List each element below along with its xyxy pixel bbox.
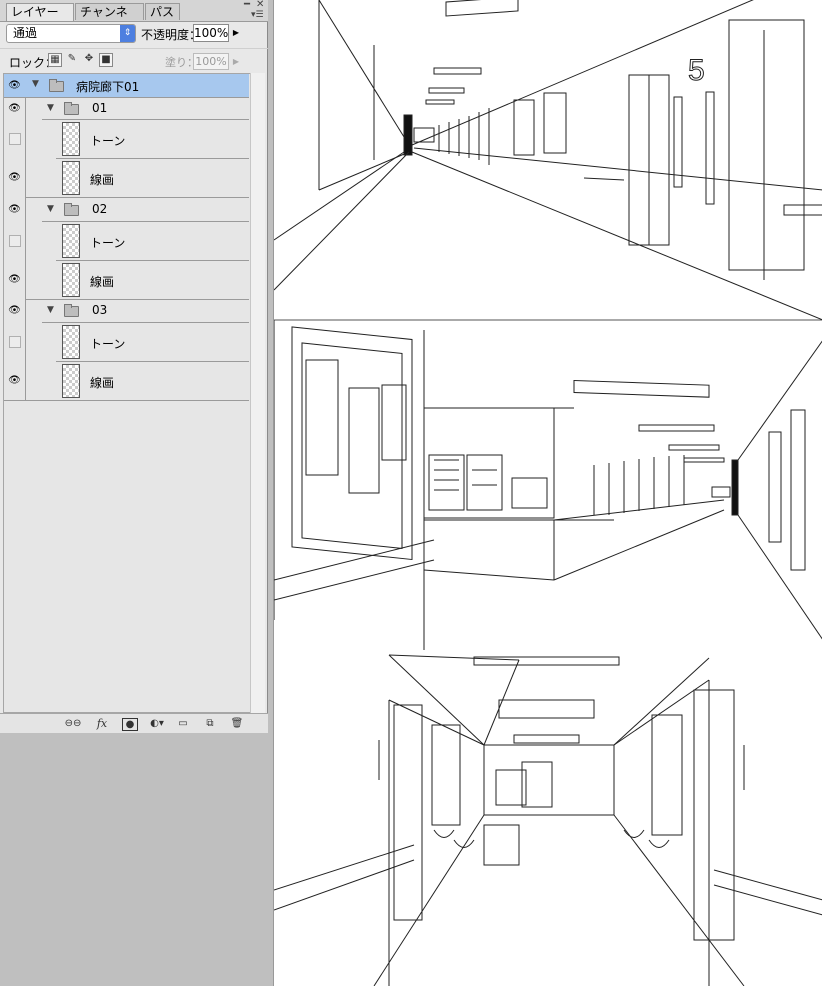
close-icon[interactable]: ✕ xyxy=(256,0,264,10)
layer-name: 02 xyxy=(92,202,108,216)
eye-hidden-box[interactable] xyxy=(9,336,21,348)
lock-transparency-icon[interactable]: ▦ xyxy=(48,53,62,67)
panel-tab-bar: レイヤー× チャンネル パス ━ ✕ ▾☰ xyxy=(0,0,268,36)
link-icon[interactable]: ⊖⊖ xyxy=(63,717,83,731)
minimize-icon[interactable]: ━ xyxy=(244,0,250,10)
tab-channels[interactable]: チャンネル xyxy=(75,3,144,36)
tab-paths-label: パス xyxy=(150,5,175,19)
new-group-icon[interactable]: ▭ xyxy=(176,717,190,731)
layer-row[interactable]: トーン xyxy=(4,323,249,361)
lock-all-icon[interactable]: ■ xyxy=(99,53,113,67)
layer-row[interactable]: 👁 線画 xyxy=(4,362,249,400)
eye-icon[interactable]: 👁 xyxy=(7,79,22,92)
sign-number: 5 xyxy=(688,54,705,87)
folder-icon xyxy=(64,102,79,115)
layers-panel: レイヤー× チャンネル パス ━ ✕ ▾☰ 通過 ⇕ 不透明度： 100% ▶ … xyxy=(0,0,268,733)
layer-row-group[interactable]: 👁 ▼ 病院廊下01 xyxy=(4,74,249,97)
lock-row: ロック： ▦ ✎ ✥ ■ 塗り： 100% ▶ xyxy=(0,48,268,73)
layer-name: 03 xyxy=(92,303,108,317)
mask-icon[interactable]: ● xyxy=(122,718,138,731)
eye-icon[interactable]: 👁 xyxy=(7,102,22,115)
disclosure-open-icon[interactable]: ▼ xyxy=(47,305,54,315)
eye-icon[interactable]: 👁 xyxy=(7,171,22,184)
eye-hidden-box[interactable] xyxy=(9,133,21,145)
layer-row[interactable]: トーン xyxy=(4,222,249,260)
folder-icon xyxy=(64,203,79,216)
blend-row: 通過 ⇕ 不透明度： 100% ▶ xyxy=(0,21,268,47)
layer-row[interactable]: 👁 線画 xyxy=(4,159,249,197)
disclosure-open-icon[interactable]: ▼ xyxy=(32,79,39,89)
tab-layers-label: レイヤー xyxy=(11,5,59,19)
fx-icon[interactable]: fx xyxy=(94,717,110,731)
fill-slider-arrow-icon[interactable]: ▶ xyxy=(231,53,241,71)
select-arrows-icon: ⇕ xyxy=(120,25,135,42)
layer-thumbnail xyxy=(62,263,80,297)
layer-name: トーン xyxy=(90,134,126,148)
opacity-input[interactable]: 100% xyxy=(193,24,229,42)
eye-icon[interactable]: 👁 xyxy=(7,203,22,216)
layer-row[interactable]: 👁 線画 xyxy=(4,261,249,299)
opacity-label: 不透明度： xyxy=(141,28,202,42)
layer-list-scrollbar[interactable] xyxy=(250,73,265,713)
disclosure-open-icon[interactable]: ▼ xyxy=(47,103,54,113)
hospital-corridor-line-art: 5 xyxy=(274,0,822,986)
layer-row-group[interactable]: 👁 ▼ 03 xyxy=(4,300,249,322)
layer-row-group[interactable]: 👁 ▼ 01 xyxy=(4,98,249,119)
tab-layers[interactable]: レイヤー× xyxy=(6,3,74,36)
layer-thumbnail xyxy=(62,364,80,398)
eye-icon[interactable]: 👁 xyxy=(7,374,22,387)
layer-row[interactable]: トーン xyxy=(4,120,249,158)
layer-thumbnail xyxy=(62,122,80,156)
folder-icon xyxy=(49,79,64,92)
layer-panel-bottom-bar: ⊖⊖ fx ● ◐▾ ▭ ⧉ 🗑 xyxy=(0,713,268,733)
blend-mode-value: 通過 xyxy=(13,26,38,40)
eye-hidden-box[interactable] xyxy=(9,235,21,247)
layer-name: トーン xyxy=(90,337,126,351)
document-canvas[interactable]: 5 xyxy=(273,0,822,986)
adjustment-icon[interactable]: ◐▾ xyxy=(148,717,166,731)
layer-thumbnail xyxy=(62,224,80,258)
folder-icon xyxy=(64,304,79,317)
layer-name: トーン xyxy=(90,236,126,250)
fill-input[interactable]: 100% xyxy=(193,53,229,70)
eye-icon[interactable]: 👁 xyxy=(7,273,22,286)
lock-position-move-icon[interactable]: ✥ xyxy=(82,53,96,67)
layer-thumbnail xyxy=(62,325,80,359)
layer-thumbnail xyxy=(62,161,80,195)
layer-list: 👁 ▼ 病院廊下01 👁 ▼ 01 トーン 👁 線画 👁 ▼ 02 トーン 👁 … xyxy=(3,73,250,713)
panel-menu-icon[interactable]: ▾☰ xyxy=(251,10,264,20)
trash-icon[interactable]: 🗑 xyxy=(230,717,244,731)
layer-name: 病院廊下01 xyxy=(76,80,140,94)
eye-icon[interactable]: 👁 xyxy=(7,304,22,317)
layer-row-group[interactable]: 👁 ▼ 02 xyxy=(4,198,249,221)
new-layer-icon[interactable]: ⧉ xyxy=(203,717,217,731)
lock-image-brush-icon[interactable]: ✎ xyxy=(65,53,79,67)
layer-name: 01 xyxy=(92,101,108,115)
tab-paths[interactable]: パス xyxy=(145,3,180,20)
layer-name: 線画 xyxy=(90,275,115,289)
layer-name: 線画 xyxy=(90,376,115,390)
opacity-slider-arrow-icon[interactable]: ▶ xyxy=(231,24,241,42)
disclosure-open-icon[interactable]: ▼ xyxy=(47,204,54,214)
blend-mode-select[interactable]: 通過 ⇕ xyxy=(6,24,136,43)
layer-name: 線画 xyxy=(90,173,115,187)
